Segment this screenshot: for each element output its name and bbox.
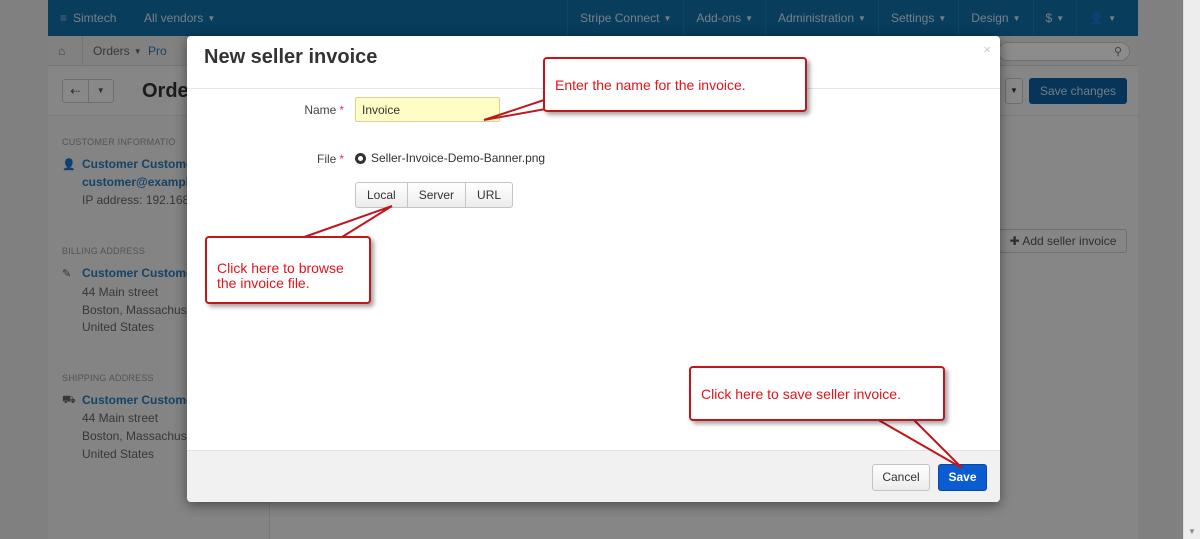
required-mark: * [339, 103, 344, 117]
save-hint-callout: Click here to save seller invoice. [689, 366, 945, 421]
dialog-footer: Cancel Save [187, 450, 1000, 502]
name-hint-text: Enter the name for the invoice. [555, 77, 746, 93]
invoice-name-input[interactable] [355, 97, 500, 122]
required-mark: * [339, 152, 344, 166]
cancel-button[interactable]: Cancel [872, 464, 930, 491]
upload-server-button[interactable]: Server [406, 183, 465, 207]
save-button[interactable]: Save [938, 464, 987, 491]
upload-local-button[interactable]: Local [356, 183, 407, 207]
close-icon[interactable]: × [983, 42, 991, 57]
browse-hint-text: Click here to browse the invoice file. [217, 260, 344, 291]
upload-url-button[interactable]: URL [465, 183, 512, 207]
page-scrollbar[interactable]: ▼ [1183, 0, 1200, 539]
file-radio[interactable] [355, 152, 366, 164]
name-label: Name * [284, 103, 344, 117]
upload-source-group: Local Server URL [355, 182, 514, 208]
file-label-text: File [316, 152, 337, 166]
dialog-title: New seller invoice [204, 46, 378, 68]
file-label: File * [284, 152, 344, 166]
name-hint-callout: Enter the name for the invoice. [543, 57, 807, 112]
name-label-text: Name [304, 103, 337, 117]
save-hint-text: Click here to save seller invoice. [701, 386, 901, 402]
selected-file: Seller-Invoice-Demo-Banner.png [355, 151, 545, 165]
scroll-down-icon[interactable]: ▼ [1188, 527, 1196, 536]
file-name: Seller-Invoice-Demo-Banner.png [371, 151, 546, 165]
browse-hint-callout: Click here to browse the invoice file. [205, 236, 371, 304]
